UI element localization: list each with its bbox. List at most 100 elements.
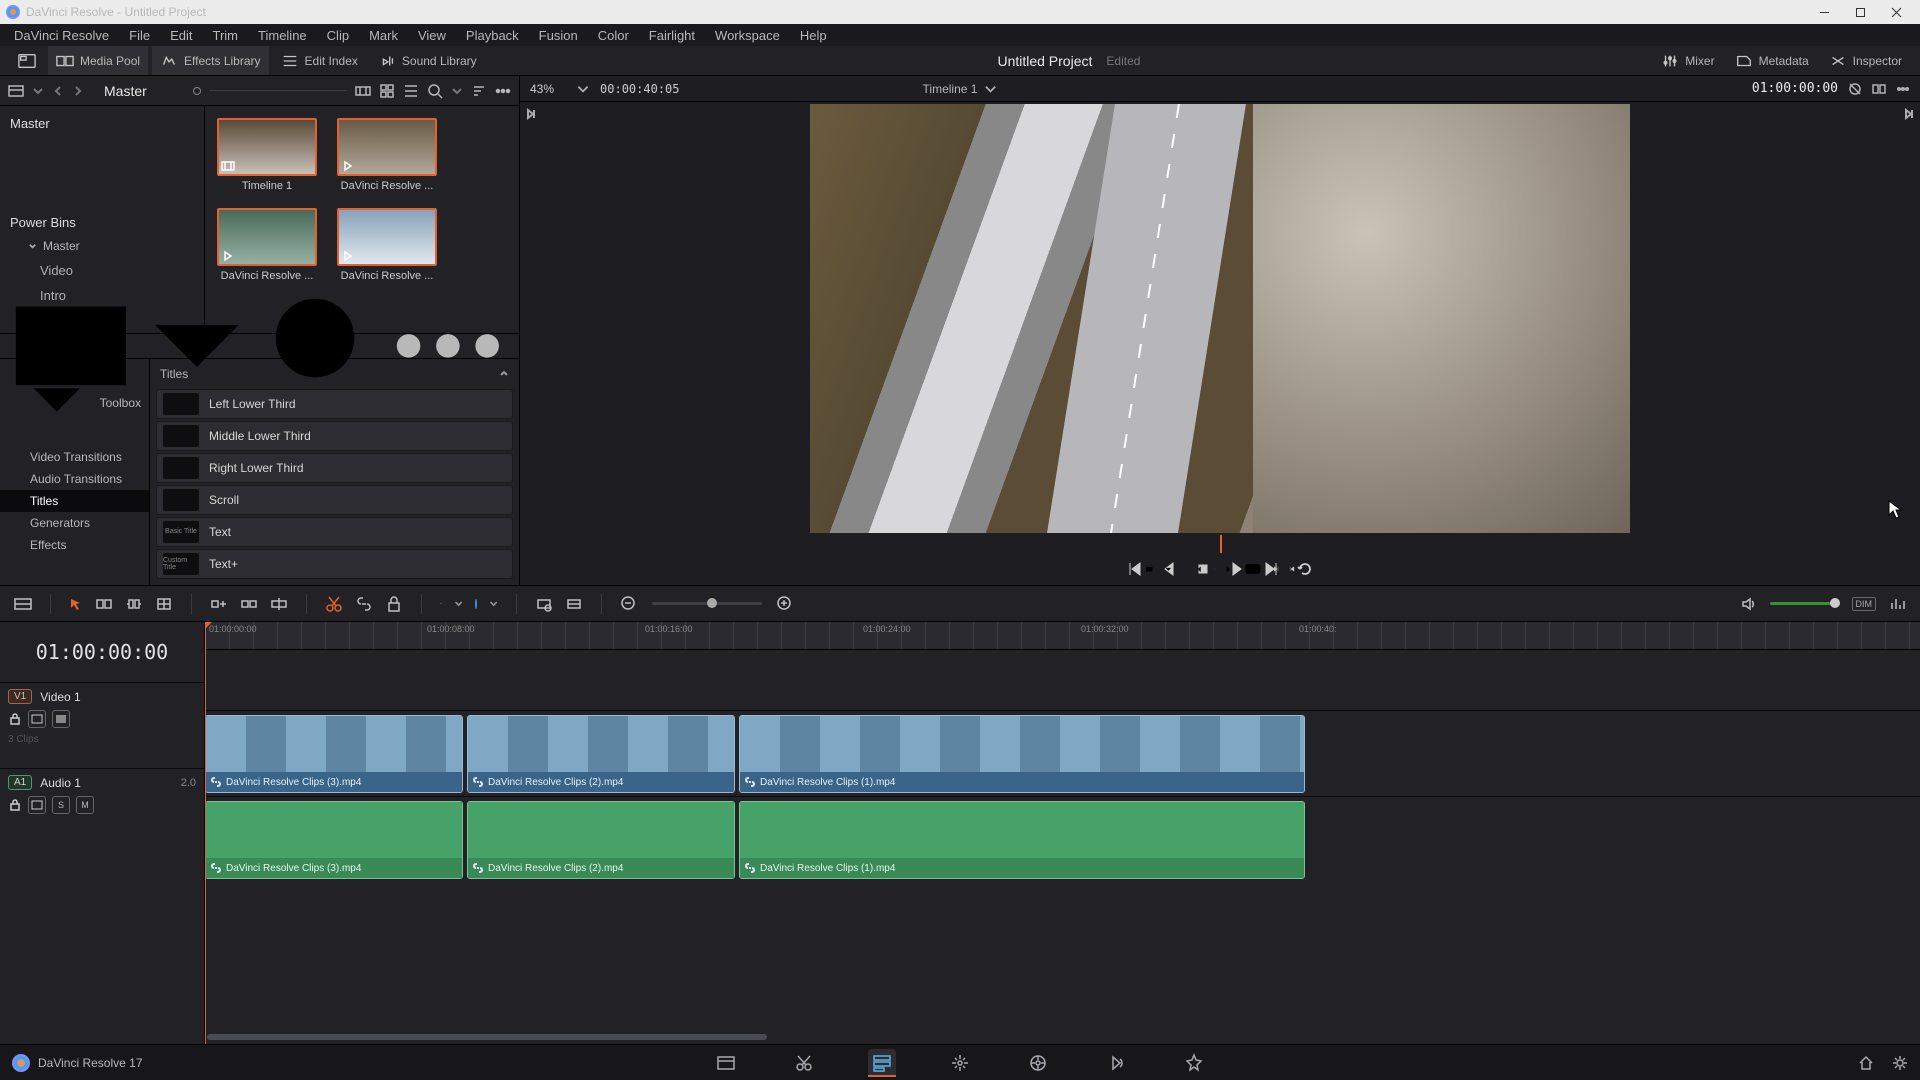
auto-select-toggle[interactable] [28,710,46,728]
auto-select-toggle[interactable] [28,796,46,814]
lock-icon[interactable] [8,798,22,812]
more-icon[interactable] [495,83,511,99]
page-edit[interactable] [868,1049,896,1077]
nav-fwd-icon[interactable] [72,85,84,97]
audio-lane[interactable]: DaVinci Resolve Clips (3).mp4 DaVinci Re… [205,796,1920,882]
timeline-view-options-icon[interactable] [14,595,32,613]
zoom-in-icon[interactable] [776,595,794,613]
fx-titles[interactable]: Titles [0,490,149,512]
insert-clip-icon[interactable] [210,595,228,613]
fx-atrans[interactable]: Audio Transitions [0,468,149,490]
title-row[interactable]: Scroll [156,485,513,515]
power-bins-section[interactable]: Power Bins [0,207,204,234]
media-thumb[interactable]: DaVinci Resolve ... [337,118,437,192]
jump-end-icon[interactable] [525,108,537,120]
menu-mark[interactable]: Mark [359,24,408,46]
fullscreen-viewer-button[interactable] [10,46,44,75]
menu-view[interactable]: View [408,24,456,46]
snap-detail-icon[interactable] [565,595,583,613]
media-pool-toggle[interactable]: Media Pool [48,46,148,75]
blade-tool-icon[interactable] [155,595,173,613]
bypass-grade-icon[interactable] [1848,82,1862,96]
page-media[interactable] [712,1049,740,1077]
edit-index-toggle[interactable]: Edit Index [273,46,366,75]
overlay-mode-icon[interactable] [1145,565,1154,574]
jump-next-icon[interactable] [1273,561,1279,577]
viewer-zoom[interactable]: 43% [530,82,554,96]
menu-color[interactable]: Color [588,24,639,46]
breadcrumb[interactable]: Master [92,83,147,99]
menu-edit[interactable]: Edit [160,24,202,46]
menu-help[interactable]: Help [790,24,837,46]
chevron-down-icon[interactable] [983,82,997,96]
video-track-header[interactable]: V1Video 1 3 Clips [0,682,204,768]
sound-library-toggle[interactable]: Sound Library [370,46,485,75]
bin-list-icon[interactable] [8,83,24,99]
audio-track-header[interactable]: A1Audio 12.0 S M [0,768,204,854]
selection-tool-icon[interactable] [69,597,83,611]
flag-icon[interactable] [440,597,442,611]
replace-clip-icon[interactable] [270,595,288,613]
volume-slider[interactable] [1770,602,1840,605]
page-cut[interactable] [790,1049,818,1077]
first-frame-icon[interactable] [1127,561,1143,577]
fx-vtrans[interactable]: Video Transitions [0,446,149,468]
menu-timeline[interactable]: Timeline [248,24,317,46]
dual-viewer-icon[interactable] [1872,82,1886,96]
solo-button[interactable]: S [52,796,70,814]
menu-trim[interactable]: Trim [203,24,249,46]
fx-gen[interactable]: Generators [0,512,149,534]
jump-end-icon[interactable] [1903,108,1915,120]
sort-icon[interactable] [471,83,487,99]
zoom-slider[interactable] [652,602,762,605]
marker-icon[interactable] [475,599,477,609]
media-thumb[interactable]: DaVinci Resolve ... [217,208,317,282]
menu-fusion[interactable]: Fusion [529,24,588,46]
timeline-ruler[interactable]: 01:00:00:00 01:00:08:00 01:00:16:00 01:0… [205,622,1920,650]
inspector-toggle[interactable]: Inspector [1821,46,1910,75]
fx-cat-titles[interactable]: Titles [156,361,513,387]
menu-clip[interactable]: Clip [317,24,359,46]
view-grid-icon[interactable] [379,83,395,99]
chevron-down-icon[interactable] [489,599,498,608]
tree-root[interactable]: Master [0,110,204,137]
dynamic-trim-icon[interactable] [125,595,143,613]
chevron-down-icon[interactable] [576,82,590,96]
maximize-button[interactable] [1842,0,1878,24]
fx-effects[interactable]: Effects [0,534,149,556]
menu-davinci[interactable]: DaVinci Resolve [4,24,119,46]
fx-cat-fusion[interactable]: Fusion Titles2.0 [156,581,513,586]
next-edit-icon[interactable] [1224,565,1233,574]
menu-fairlight[interactable]: Fairlight [639,24,705,46]
minimize-button[interactable] [1806,0,1842,24]
more-icon[interactable] [1896,82,1910,96]
volume-icon[interactable] [1740,595,1758,613]
overwrite-clip-icon[interactable] [240,595,258,613]
search-icon[interactable] [427,83,443,99]
chevron-down-icon[interactable] [32,85,44,97]
close-button[interactable] [1878,0,1914,24]
viewer-timeline-name[interactable]: Timeline 1 [923,82,998,96]
title-row[interactable]: Left Lower Third [156,389,513,419]
menu-file[interactable]: File [119,24,160,46]
page-fairlight[interactable] [1102,1049,1130,1077]
project-settings-icon[interactable] [1892,1055,1908,1071]
media-thumb[interactable]: Timeline 1 [217,118,317,192]
playhead[interactable] [205,622,206,1044]
title-row[interactable]: Basic TitleText [156,517,513,547]
home-icon[interactable] [1858,1055,1874,1071]
effects-library-toggle[interactable]: Effects Library [152,46,268,75]
tree-item-video[interactable]: Video [0,258,204,283]
video-lane[interactable]: DaVinci Resolve Clips (3).mp4 DaVinci Re… [205,710,1920,796]
nav-back-icon[interactable] [52,85,64,97]
timeline-scrollbar[interactable] [205,1034,1920,1042]
fx-toolbox[interactable]: Toolbox [0,361,149,447]
blade-edit-icon[interactable] [325,595,343,613]
menu-playback[interactable]: Playback [456,24,529,46]
metadata-toggle[interactable]: Metadata [1727,46,1817,75]
view-list-icon[interactable] [403,83,419,99]
linked-selection-icon[interactable] [355,595,373,613]
chevron-down-icon[interactable] [1164,565,1173,574]
position-lock-icon[interactable] [385,595,403,613]
lock-icon[interactable] [8,712,22,726]
